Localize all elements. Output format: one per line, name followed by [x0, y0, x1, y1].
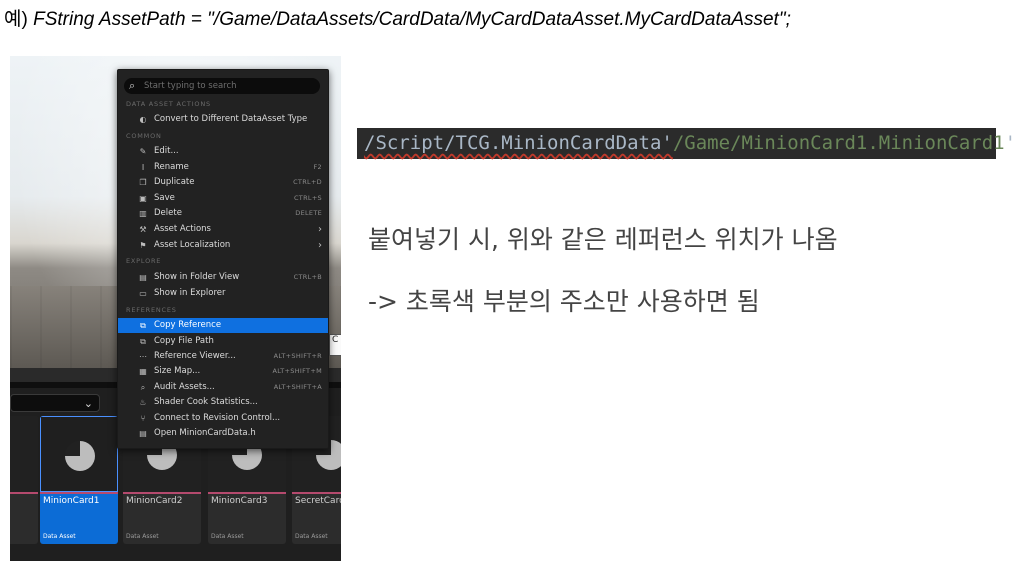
menu-item-shortcut: DELETE — [295, 209, 322, 217]
menu-item-size-map[interactable]: ▦ Size Map... ALT+SHIFT+M — [118, 364, 328, 379]
menu-section-header: EXPLORE — [126, 257, 162, 265]
menu-item-delete[interactable]: ▥ Delete DELETE — [118, 206, 328, 221]
copy-reference-icon: ⧉ — [140, 321, 146, 330]
filter-dropdown[interactable]: ⌄ — [10, 394, 100, 412]
menu-item-audit-assets[interactable]: ⌕ Audit Assets... ALT+SHIFT+A — [118, 380, 328, 395]
menu-item-reference-viewer[interactable]: ⋯ Reference Viewer... ALT+SHIFT+R — [118, 349, 328, 364]
asset-type: Data Asset — [126, 533, 159, 540]
menu-item-label: Audit Assets... — [154, 382, 215, 392]
menu-item-asset-localization[interactable]: ⚑ Asset Localization › — [118, 238, 328, 253]
folder-icon: ▤ — [139, 273, 147, 282]
save-icon: ▣ — [139, 194, 147, 203]
example-code: FString AssetPath = "/Game/DataAssets/Ca… — [33, 9, 791, 30]
menu-item-label: Shader Cook Statistics... — [154, 397, 258, 407]
menu-search[interactable]: ⌕ — [124, 78, 320, 94]
menu-item-open-minioncarddata-h[interactable]: ▤ Open MinionCardData.h — [118, 426, 328, 441]
menu-item-label: Save — [154, 193, 175, 203]
rename-icon: Ⅰ — [141, 163, 145, 172]
duplicate-icon: ❐ — [139, 178, 147, 187]
convert-icon: ◐ — [139, 115, 147, 124]
wrench-icon: ⚒ — [139, 225, 147, 234]
menu-item-shortcut: CTRL+S — [293, 194, 322, 202]
asset-tile-partial[interactable] — [10, 416, 38, 544]
data-asset-icon — [65, 441, 95, 471]
menu-item-label: Reference Viewer... — [154, 351, 236, 361]
menu-search-input[interactable] — [144, 79, 314, 93]
menu-item-label: Convert to Different DataAsset Type — [154, 114, 308, 124]
revision-control-icon: ⑂ — [140, 414, 146, 423]
menu-item-copy-reference[interactable]: ⧉ Copy Reference — [118, 318, 328, 333]
reference-viewer-icon: ⋯ — [139, 352, 147, 361]
reference-end-quote: ' — [1004, 132, 1017, 154]
example-prefix: 예) — [4, 9, 28, 30]
menu-section-header: REFERENCES — [126, 306, 177, 314]
copy-path-icon: ⧉ — [140, 337, 146, 346]
unreal-editor-screenshot: ⌄ MinionCard1 Data Asset MinionCard2 Dat… — [10, 56, 341, 561]
menu-item-label: Connect to Revision Control... — [154, 413, 281, 423]
chevron-right-icon: › — [318, 224, 322, 235]
asset-type: Data Asset — [295, 533, 328, 540]
pencil-icon: ✎ — [139, 147, 147, 156]
menu-item-save[interactable]: ▣ Save CTRL+S — [118, 191, 328, 206]
chevron-down-icon: ⌄ — [83, 397, 93, 410]
chevron-right-icon: › — [318, 240, 322, 251]
menu-section-header: COMMON — [126, 132, 162, 140]
asset-tile[interactable]: MinionCard1 Data Asset — [40, 416, 118, 544]
menu-section-header: DATA ASSET ACTIONS — [126, 100, 211, 108]
menu-item-rename[interactable]: Ⅰ Rename F2 — [118, 160, 328, 175]
menu-item-label: Show in Explorer — [154, 288, 226, 298]
menu-item-label: Copy File Path — [154, 336, 214, 346]
asset-name: MinionCard2 — [126, 496, 183, 506]
menu-item-label: Rename — [154, 162, 189, 172]
audit-icon: ⌕ — [140, 383, 146, 392]
menu-item-label: Copy Reference — [154, 320, 222, 330]
menu-item-connect-to-revision-control[interactable]: ⑂ Connect to Revision Control... — [118, 411, 328, 426]
size-map-icon: ▦ — [139, 367, 147, 376]
shader-icon: ♨ — [139, 398, 147, 407]
menu-item-asset-actions[interactable]: ⚒ Asset Actions › — [118, 222, 328, 237]
menu-item-label: Duplicate — [154, 177, 195, 187]
open-file-icon: ▤ — [139, 429, 147, 438]
reference-code-bar: /Script/TCG.MinionCardData'/Game/MinionC… — [357, 128, 1016, 159]
explorer-icon: ▭ — [139, 289, 147, 298]
menu-item-shortcut: ALT+SHIFT+A — [273, 383, 322, 391]
menu-item-edit[interactable]: ✎ Edit... — [118, 144, 328, 159]
flag-icon: ⚑ — [139, 241, 147, 250]
example-code-line: 예) FString AssetPath = "/Game/DataAssets… — [4, 4, 791, 31]
menu-item-show-in-explorer[interactable]: ▭ Show in Explorer — [118, 286, 328, 301]
asset-name: SecretCard1 — [295, 496, 341, 506]
asset-type: Data Asset — [43, 533, 76, 540]
note-line-1: 붙여넣기 시, 위와 같은 레퍼런스 위치가 나옴 — [368, 225, 838, 254]
menu-item-label: Size Map... — [154, 366, 201, 376]
menu-item-copy-file-path[interactable]: ⧉ Copy File Path — [118, 334, 328, 349]
menu-item-label: Show in Folder View — [154, 272, 240, 282]
menu-item-label: Delete — [154, 208, 182, 218]
context-menu: ⌕ DATA ASSET ACTIONS COMMON EXPLORE REFEREN… — [117, 69, 329, 449]
menu-item-shortcut: ALT+SHIFT+R — [273, 352, 322, 360]
trash-icon: ▥ — [139, 209, 147, 218]
menu-item-label: Asset Localization — [154, 240, 231, 250]
menu-item-shortcut: ALT+SHIFT+M — [272, 367, 322, 375]
asset-name: MinionCard3 — [211, 496, 268, 506]
menu-item-shortcut: CTRL+B — [293, 273, 322, 281]
search-icon: ⌕ — [129, 79, 136, 92]
menu-item-shader-cook-statistics[interactable]: ♨ Shader Cook Statistics... — [118, 395, 328, 410]
menu-item-shortcut: CTRL+D — [293, 178, 322, 186]
menu-item-label: Asset Actions — [154, 224, 211, 234]
asset-name: MinionCard1 — [43, 496, 100, 506]
menu-item-label: Edit... — [154, 146, 179, 156]
note-line-2: -> 초록색 부분의 주소만 사용하면 됨 — [368, 287, 760, 316]
reference-class-path: /Script/TCG.MinionCardData' — [364, 132, 673, 154]
menu-item-shortcut: F2 — [313, 163, 322, 171]
menu-item-label: Open MinionCardData.h — [154, 428, 256, 438]
menu-item-duplicate[interactable]: ❐ Duplicate CTRL+D — [118, 175, 328, 190]
asset-type: Data Asset — [211, 533, 244, 540]
menu-item-show-in-folder-view[interactable]: ▤ Show in Folder View CTRL+B — [118, 270, 328, 285]
tooltip-fragment: C — [329, 334, 341, 356]
menu-item-convert-to-different-dataasset-type[interactable]: ◐ Convert to Different DataAsset Type — [118, 112, 328, 127]
reference-asset-path: /Game/MinionCard1.MinionCard1 — [672, 132, 1005, 154]
